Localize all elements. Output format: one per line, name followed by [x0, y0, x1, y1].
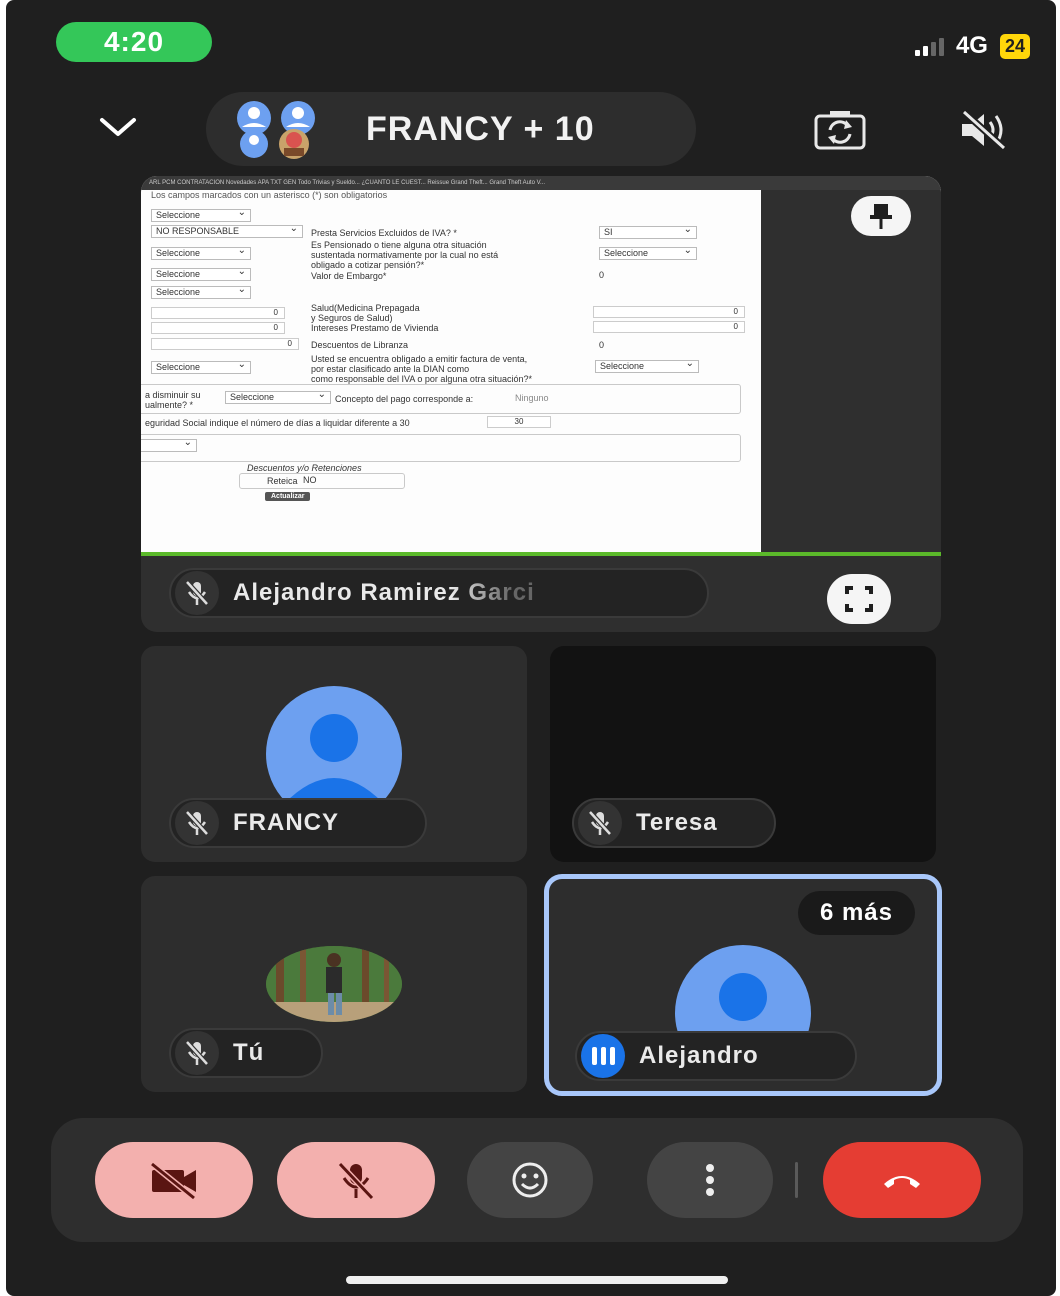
audio-active-icon [581, 1034, 625, 1078]
mic-off-icon [175, 801, 219, 845]
end-call-icon [884, 1176, 920, 1188]
emoji-icon [512, 1162, 548, 1198]
form-label: sustentada normativamente por la cual no… [311, 250, 499, 260]
form-section-box [239, 473, 405, 489]
more-vert-icon [706, 1164, 714, 1196]
form-select: Seleccione [595, 358, 699, 373]
screen-dark-area [761, 190, 941, 556]
mic-off-icon [578, 801, 622, 845]
form-value: 0 [599, 270, 605, 280]
form-label: Concepto del pago corresponde a: [335, 394, 474, 404]
avatar [266, 946, 402, 1022]
form-number: 0 [593, 321, 745, 333]
participant-name: Teresa [636, 809, 718, 836]
form-select: Seleccione [151, 207, 251, 222]
form-number: 0 [151, 338, 299, 350]
phone-screen: 4:20 4G 24 FRANCY + 10 ARL PCM CONTRATAC… [6, 0, 1056, 1296]
speaker-off-icon[interactable] [956, 108, 1012, 152]
group-avatar-icon [237, 101, 315, 159]
participant-name-chip: Tú [169, 1028, 323, 1078]
form-number: 0 [151, 307, 285, 319]
form-select: Seleccione [151, 284, 251, 299]
update-button: Actualizar [265, 492, 311, 501]
participant-name-chip: Teresa [572, 798, 776, 848]
home-indicator[interactable] [346, 1276, 728, 1284]
chevron-down-icon[interactable] [96, 112, 140, 142]
form-label: como responsable del IVA o por alguna ot… [311, 374, 532, 384]
form-label: y Seguros de Salud) [311, 313, 393, 323]
status-time: 4:20 [56, 22, 212, 62]
presenter-name-chip: Alejandro Ramirez Garci [169, 568, 709, 618]
form-select: Seleccione [225, 389, 331, 404]
fullscreen-button[interactable] [827, 574, 891, 624]
form-label: Valor de Embargo* [311, 271, 387, 281]
participant-name: Alejandro [639, 1042, 759, 1069]
end-call-button[interactable] [823, 1142, 981, 1218]
signal-icon [914, 36, 944, 56]
meeting-title-chip[interactable]: FRANCY + 10 [206, 92, 696, 166]
screen-share-tile[interactable]: ARL PCM CONTRATACION Novedades APA TXT G… [141, 176, 941, 632]
browser-tab-strip: ARL PCM CONTRATACION Novedades APA TXT G… [141, 176, 941, 190]
meeting-title: FRANCY + 10 [366, 110, 595, 148]
mic-off-icon [175, 1031, 219, 1075]
form-label: Es Pensionado o tiene alguna otra situac… [311, 240, 487, 250]
pin-button[interactable] [851, 196, 911, 236]
form-header: Los campos marcados con un asterisco (*)… [151, 190, 388, 200]
form-select: Seleccione [151, 359, 251, 374]
form-label: obligado a cotizar pensión?* [311, 260, 425, 270]
form-select: SI [599, 224, 697, 239]
fullscreen-icon [845, 586, 873, 612]
form-select: Seleccione [151, 266, 251, 281]
network-type: 4G [955, 32, 988, 59]
form-label: ualmente? * [145, 400, 194, 410]
form-section-box [141, 434, 741, 462]
camera-toggle-button[interactable] [95, 1142, 253, 1218]
presenter-name: Alejandro Ramirez Garci [233, 579, 535, 606]
form-select: Seleccione [151, 245, 251, 260]
call-controls-bar [51, 1118, 1023, 1242]
form-number: 30 [487, 416, 551, 428]
participant-name-chip: Alejandro [575, 1031, 857, 1081]
form-label: Descuentos de Libranza [311, 340, 409, 350]
participant-tile-self[interactable]: Tú [141, 876, 527, 1092]
form-number: 0 [593, 306, 745, 318]
participant-tile[interactable]: Teresa [550, 646, 936, 862]
status-indicators: 4G 24 [914, 32, 1030, 60]
form-label: Intereses Prestamo de Vivienda [311, 323, 439, 333]
screen-progress-line [141, 552, 941, 556]
form-value: 0 [599, 340, 605, 350]
participant-name: FRANCY [233, 809, 339, 836]
form-label: Presta Servicios Excluidos de IVA? * [311, 228, 457, 238]
form-label: a disminuir su [145, 390, 201, 400]
participant-name-chip: FRANCY [169, 798, 427, 848]
form-select: NO RESPONSABLE [151, 223, 303, 238]
participant-name: Tú [233, 1039, 265, 1066]
form-label: eguridad Social indique el número de día… [145, 418, 410, 428]
form-label: Salud(Medicina Prepagada [311, 303, 420, 313]
more-options-button[interactable] [647, 1142, 773, 1218]
form-value: NO [303, 475, 317, 485]
switch-camera-icon[interactable] [812, 108, 868, 152]
mic-off-icon [337, 1161, 375, 1201]
shared-screen: ARL PCM CONTRATACION Novedades APA TXT G… [141, 176, 941, 556]
battery-level: 24 [999, 33, 1030, 59]
controls-divider [795, 1162, 798, 1198]
participant-tile[interactable]: FRANCY [141, 646, 527, 862]
form-label: por estar clasificado ante la DIAN como [311, 364, 470, 374]
form-select [141, 437, 197, 452]
more-participants-badge[interactable]: 6 más [797, 891, 915, 935]
form-value: Ninguno [515, 393, 549, 403]
form-number: 0 [151, 322, 285, 334]
mic-off-icon [175, 571, 219, 615]
form-label: Descuentos y/o Retenciones [247, 463, 362, 473]
mic-toggle-button[interactable] [277, 1142, 435, 1218]
reactions-button[interactable] [467, 1142, 593, 1218]
form-select: Seleccione [599, 245, 697, 260]
pin-icon [870, 204, 892, 229]
participant-tile-active[interactable]: 6 más Alejandro [544, 874, 942, 1096]
form-label: Usted se encuentra obligado a emitir fac… [311, 354, 528, 364]
form-label: Reteica [267, 476, 298, 486]
camera-off-icon [150, 1161, 196, 1200]
